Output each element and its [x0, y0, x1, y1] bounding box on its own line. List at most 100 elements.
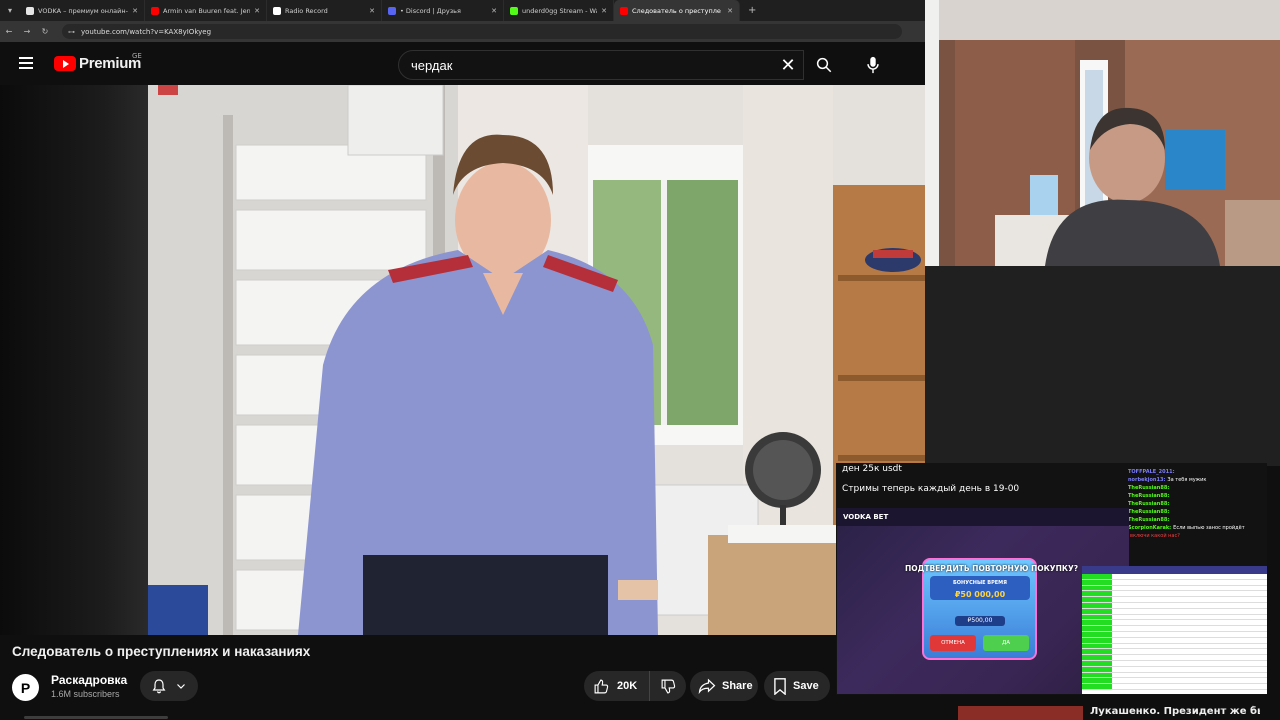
like-dislike-group: 20K — [584, 671, 686, 701]
more-options-icon[interactable]: ⋮ — [1248, 705, 1258, 716]
recommended-title[interactable]: Лукашенко. Президент же была — [1090, 704, 1260, 720]
stream-chat: TOFFPALE_2011: norbekjon13: За тебя мужик T… — [1128, 468, 1267, 540]
chat-username: TOFFPALE_2011: — [1128, 469, 1175, 475]
channel-avatar[interactable]: P — [12, 674, 39, 701]
bookmark-icon — [774, 677, 786, 695]
youtube-premium-logo[interactable]: Premium — [54, 55, 141, 72]
dialog-title: ПОДТВЕРДИТЬ ПОВТОРНУЮ ПОКУПКУ? — [905, 564, 1079, 573]
stream-message: ден 25к usdt — [842, 464, 902, 474]
search-button[interactable] — [804, 50, 844, 80]
tab-close-icon[interactable]: ✕ — [132, 7, 138, 15]
overlay-background — [925, 266, 1280, 466]
tab-favicon-icon — [273, 6, 281, 15]
channel-name[interactable]: Раскадровка — [51, 673, 127, 687]
chat-message: ScorpionKarak: Если выпью занос пройдёт — [1128, 524, 1267, 532]
browser-tab-bar: ▾ VODKA – премиум онлайн-казино✕Armin va… — [0, 0, 925, 21]
chat-message: TheRussian88: — [1128, 516, 1267, 524]
video-scene — [148, 85, 925, 635]
recommended-thumbnail[interactable] — [958, 706, 1083, 720]
notification-button[interactable] — [140, 671, 198, 701]
chat-text: включи какой нас? — [1130, 533, 1180, 539]
tab-close-icon[interactable]: ✕ — [491, 7, 497, 15]
country-code: GE — [132, 52, 142, 60]
browser-tab[interactable]: underd0gg Stream - Watch ✕ — [504, 0, 614, 21]
tab-favicon-icon — [151, 6, 159, 15]
bonus-amount: ₽50 000,00 — [954, 590, 1006, 599]
chevron-down-icon — [177, 684, 185, 689]
chat-username: TheRussian88: — [1128, 509, 1170, 515]
voice-search-button[interactable] — [858, 50, 888, 80]
browser-tab[interactable]: VODKA – премиум онлайн-казино ✕ — [20, 0, 145, 21]
chat-message: norbekjon13: За тебя мужик — [1128, 476, 1267, 484]
stats-spreadsheet — [1082, 566, 1267, 694]
share-button[interactable]: Share — [690, 671, 758, 701]
new-tab-button[interactable]: + — [740, 5, 764, 16]
youtube-header: Premium GE чердак ✕ — [0, 42, 925, 85]
save-label: Save — [793, 680, 819, 692]
chat-message: включи какой нас? — [1128, 532, 1267, 540]
chat-message: TheRussian88: — [1128, 500, 1267, 508]
tab-label: • Discord | Друзья — [400, 6, 461, 15]
thumbs-up-icon — [594, 679, 609, 693]
chat-message: TheRussian88: — [1128, 508, 1267, 516]
search-input[interactable]: чердак ✕ — [398, 50, 804, 80]
casino-brand: VODKA BET — [843, 513, 889, 521]
search-query: чердак — [411, 57, 453, 73]
save-button[interactable]: Save — [764, 671, 830, 701]
youtube-play-icon — [54, 56, 76, 71]
like-button[interactable]: 20K — [584, 671, 650, 701]
bonus-label: БОНУСНЫЕ ВРЕМЯ — [952, 580, 1007, 586]
tab-label: underd0gg Stream - Watch — [522, 6, 597, 15]
address-bar: ← → ↻ ⊶ youtube.com/watch?v=KAX8yIOkyeg — [0, 21, 925, 42]
streamer-webcam — [925, 0, 1280, 266]
chat-text: За тебя мужик — [1167, 477, 1207, 483]
stake-value: ₽500,00 — [955, 616, 1005, 626]
back-icon[interactable]: ← — [0, 27, 18, 36]
chat-username: TheRussian88: — [1128, 493, 1170, 499]
webcam-scene — [925, 0, 1280, 266]
reload-icon[interactable]: ↻ — [36, 27, 54, 36]
browser-tab[interactable]: Следователь о преступле ✕ — [614, 0, 740, 21]
share-label: Share — [722, 680, 753, 692]
clear-search-icon[interactable]: ✕ — [773, 55, 803, 76]
tab-label: Radio Record — [285, 6, 328, 15]
chat-username: TheRussian88: — [1128, 501, 1170, 507]
tab-favicon-icon — [388, 6, 396, 15]
url-field[interactable]: ⊶ youtube.com/watch?v=KAX8yIOkyeg — [62, 24, 902, 39]
video-player-left-margin — [0, 85, 148, 635]
below-fold-area — [0, 712, 945, 720]
microphone-icon — [867, 56, 879, 74]
tab-favicon-icon — [620, 6, 628, 15]
tab-favicon-icon — [26, 6, 34, 15]
tab-label: VODKA – премиум онлайн-казино — [38, 6, 128, 15]
share-icon — [698, 678, 716, 694]
browser-tab[interactable]: • Discord | Друзья ✕ — [382, 0, 504, 21]
video-frame[interactable] — [148, 85, 925, 635]
tab-favicon-icon — [510, 6, 518, 15]
stream-schedule-message: Стримы теперь каждый день в 19-00 — [842, 484, 1020, 494]
forward-icon[interactable]: → — [18, 27, 36, 36]
url-text: youtube.com/watch?v=KAX8yIOkyeg — [81, 27, 212, 36]
sheet-row — [1082, 684, 1267, 690]
tab-search-chevron-icon[interactable]: ▾ — [0, 0, 20, 21]
chat-username: TheRussian88: — [1128, 485, 1170, 491]
chat-message: TheRussian88: — [1128, 484, 1267, 492]
site-info-icon[interactable]: ⊶ — [68, 28, 75, 36]
tab-label: Следователь о преступле — [632, 6, 721, 15]
hamburger-menu-icon[interactable] — [17, 55, 35, 71]
casino-confirm-button: ДА — [983, 635, 1029, 651]
chat-username: ScorpionKarak: — [1128, 525, 1172, 531]
bonus-amount-box: БОНУСНЫЕ ВРЕМЯ ₽50 000,00 — [930, 576, 1030, 600]
browser-tab[interactable]: Radio Record ✕ — [267, 0, 382, 21]
thumbs-down-icon — [661, 679, 675, 693]
channel-avatar-letter: P — [20, 679, 31, 696]
browser-tab[interactable]: Armin van Buuren feat. Jennifer ✕ — [145, 0, 267, 21]
tab-label: Armin van Buuren feat. Jennifer — [163, 6, 250, 15]
tab-close-icon[interactable]: ✕ — [727, 7, 733, 15]
tab-close-icon[interactable]: ✕ — [369, 7, 375, 15]
dislike-button[interactable] — [650, 671, 686, 701]
tab-close-icon[interactable]: ✕ — [254, 7, 260, 15]
search-icon — [816, 57, 832, 73]
bell-icon — [152, 679, 166, 694]
tab-close-icon[interactable]: ✕ — [601, 7, 607, 15]
